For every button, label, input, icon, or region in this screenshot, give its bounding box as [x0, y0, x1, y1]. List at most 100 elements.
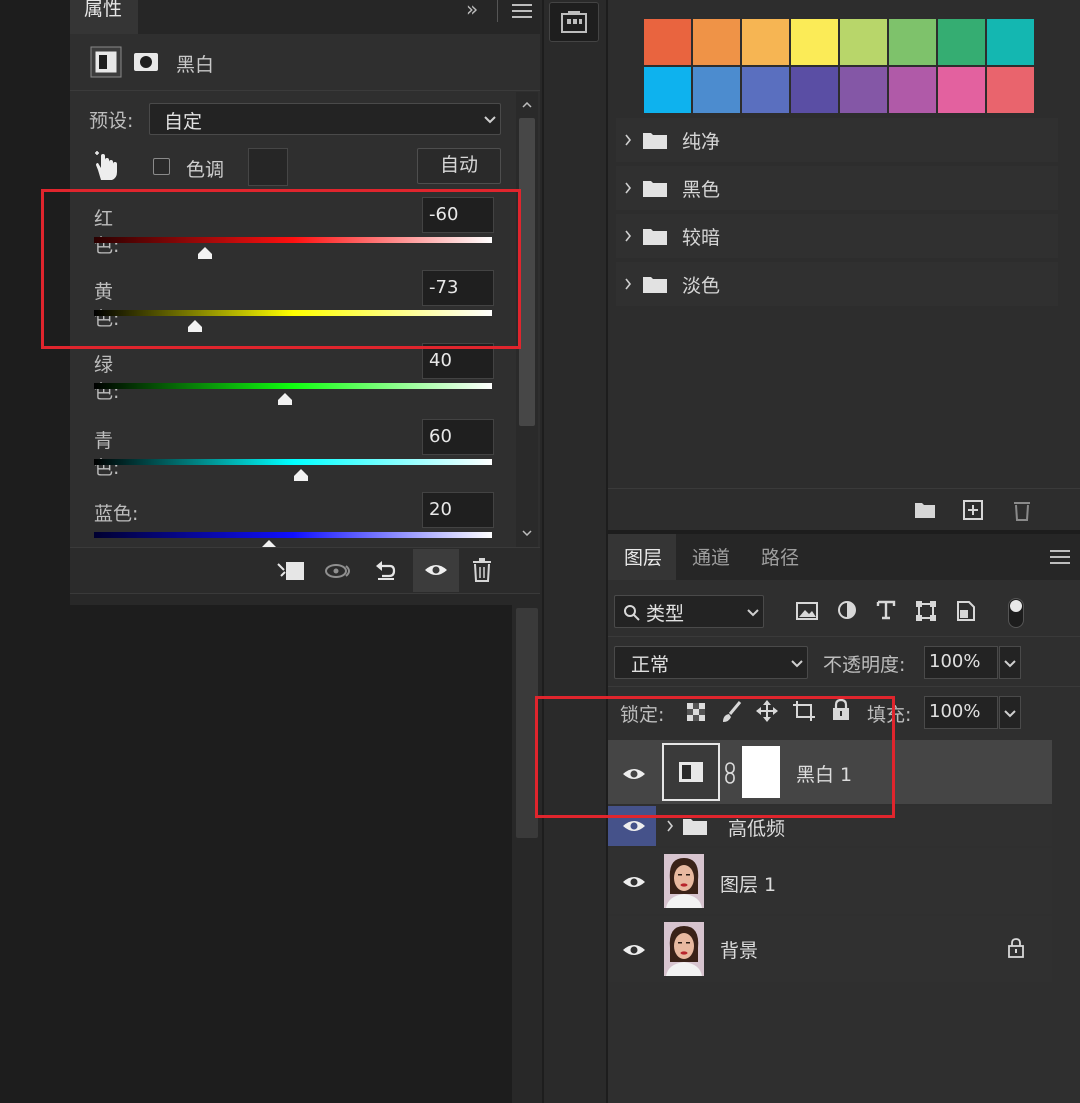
- color-swatch[interactable]: [938, 19, 985, 65]
- chevron-right-icon[interactable]: [624, 278, 632, 290]
- auto-button[interactable]: 自动: [417, 148, 501, 184]
- color-swatch[interactable]: [693, 19, 740, 65]
- color-swatch[interactable]: [644, 19, 691, 65]
- chevron-right-icon[interactable]: [624, 134, 632, 146]
- swatch-grid: [644, 0, 1040, 114]
- folder-icon: [643, 181, 667, 197]
- view-previous-icon[interactable]: [324, 560, 356, 582]
- opacity-value: 100%: [929, 651, 981, 672]
- fill-input[interactable]: 100%: [924, 696, 998, 729]
- tab-layers[interactable]: 图层: [608, 534, 676, 580]
- visibility-eye-icon[interactable]: [622, 874, 646, 890]
- scrollbar-thumb[interactable]: [519, 118, 535, 426]
- slider-track[interactable]: [94, 459, 492, 465]
- filter-toggle-switch[interactable]: [1008, 598, 1024, 628]
- layer-name[interactable]: 高低频: [728, 814, 785, 841]
- fill-dropdown-button[interactable]: [999, 696, 1021, 729]
- color-swatch[interactable]: [889, 19, 936, 65]
- header-divider: [70, 90, 540, 91]
- slider-track[interactable]: [94, 383, 492, 389]
- layer-row-background[interactable]: 背景: [608, 916, 1052, 982]
- opacity-input[interactable]: 100%: [924, 646, 998, 679]
- color-swatch[interactable]: [840, 67, 887, 113]
- slider-value-field[interactable]: 20: [422, 492, 494, 528]
- opacity-dropdown-button[interactable]: [999, 646, 1021, 679]
- color-swatch[interactable]: [791, 19, 838, 65]
- chevron-down-icon: [747, 609, 759, 617]
- preset-label: 预设:: [89, 110, 134, 132]
- color-swatch[interactable]: [889, 67, 936, 113]
- adjustment-icon[interactable]: [90, 46, 122, 78]
- preset-dropdown[interactable]: 自定: [149, 103, 501, 135]
- fill-value: 100%: [929, 701, 981, 722]
- tab-channels[interactable]: 通道: [692, 543, 730, 570]
- visibility-eye-icon[interactable]: [622, 942, 646, 958]
- panel-menu-icon[interactable]: [1050, 550, 1070, 564]
- layer-filter-dropdown[interactable]: 类型: [614, 595, 764, 628]
- swatch-group-row[interactable]: 较暗: [616, 214, 1058, 258]
- tab-layers-label: 图层: [624, 547, 663, 569]
- filter-adjustment-icon[interactable]: [837, 600, 857, 620]
- chevron-right-icon[interactable]: [624, 230, 632, 242]
- swatch-group-label: 淡色: [682, 275, 721, 297]
- color-swatch[interactable]: [742, 67, 789, 113]
- color-swatch[interactable]: [938, 67, 985, 113]
- targeted-adjustment-hand-icon[interactable]: [92, 150, 120, 184]
- slider-value-field[interactable]: 60: [422, 419, 494, 455]
- libraries-button[interactable]: [549, 2, 599, 42]
- trash-icon[interactable]: [472, 558, 492, 582]
- blend-mode-dropdown[interactable]: 正常: [614, 646, 808, 679]
- portrait-thumbnail[interactable]: [664, 854, 704, 908]
- swatch-group-label: 纯净: [682, 131, 721, 153]
- tab-paths[interactable]: 路径: [761, 543, 799, 570]
- folder-icon: [643, 133, 667, 149]
- new-group-icon[interactable]: [914, 501, 936, 519]
- scroll-up-icon[interactable]: [522, 102, 532, 108]
- delete-swatch-icon[interactable]: [1013, 499, 1031, 521]
- filter-pixel-icon[interactable]: [796, 601, 818, 621]
- properties-header-title: 黑白: [176, 54, 215, 76]
- opacity-label: 不透明度:: [823, 654, 906, 676]
- layer-row-photo[interactable]: 图层 1: [608, 848, 1052, 914]
- tint-color-swatch[interactable]: [248, 148, 288, 186]
- tint-checkbox[interactable]: [153, 158, 170, 175]
- swatch-group-row[interactable]: 纯净: [616, 118, 1058, 162]
- layer-filter-value: 类型: [646, 603, 685, 625]
- filter-type-icon[interactable]: [876, 600, 896, 620]
- chevron-right-icon[interactable]: [624, 182, 632, 194]
- swatch-group-row[interactable]: 淡色: [616, 262, 1058, 306]
- color-swatch[interactable]: [840, 19, 887, 65]
- collapse-panel-icon[interactable]: »: [466, 0, 478, 21]
- chevron-down-icon: [1004, 660, 1016, 668]
- scroll-down-icon[interactable]: [522, 530, 532, 536]
- color-swatch[interactable]: [791, 67, 838, 113]
- color-swatch[interactable]: [742, 19, 789, 65]
- color-swatch[interactable]: [693, 67, 740, 113]
- folder-icon: [683, 819, 707, 835]
- mask-icon[interactable]: [130, 46, 162, 78]
- properties-bottom-toolbar: [70, 547, 540, 593]
- slider-track[interactable]: [94, 532, 492, 538]
- clip-to-layer-icon[interactable]: [276, 560, 306, 582]
- color-swatch[interactable]: [644, 67, 691, 113]
- swatch-group-row[interactable]: 黑色: [616, 166, 1058, 210]
- swatch-group-label: 黑色: [682, 179, 721, 201]
- tab-properties[interactable]: 属性: [70, 0, 138, 34]
- color-swatch[interactable]: [987, 19, 1034, 65]
- chevron-down-icon: [791, 660, 803, 668]
- layer-lock-icon: [1008, 938, 1024, 958]
- visibility-toggle-button[interactable]: [413, 549, 459, 592]
- filter-shape-icon[interactable]: [915, 600, 937, 622]
- layer-name[interactable]: 背景: [720, 936, 758, 963]
- blend-divider: [608, 686, 1080, 687]
- panel-resize-handle[interactable]: [70, 593, 540, 605]
- chevron-right-icon[interactable]: [666, 820, 674, 832]
- portrait-thumbnail[interactable]: [664, 922, 704, 976]
- layer-name[interactable]: 图层 1: [720, 870, 776, 897]
- new-swatch-icon[interactable]: [963, 500, 983, 520]
- color-swatch[interactable]: [987, 67, 1034, 113]
- panel-menu-icon[interactable]: [512, 4, 532, 18]
- reset-icon[interactable]: [374, 558, 398, 582]
- filter-smart-object-icon[interactable]: [956, 600, 976, 622]
- swatches-panel: 纯净 黑色 较暗 淡色: [608, 0, 1080, 530]
